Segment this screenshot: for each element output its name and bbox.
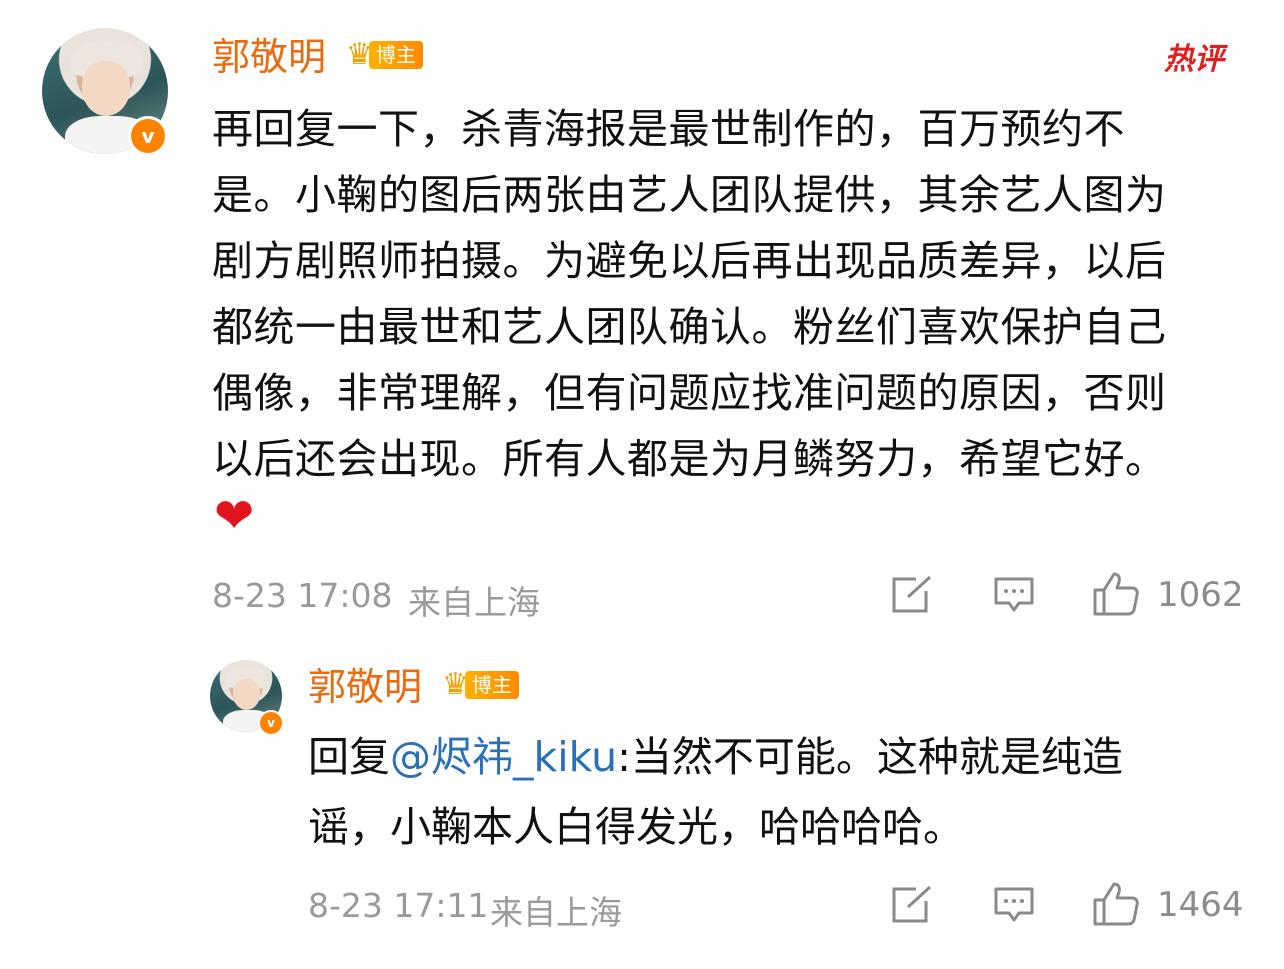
blogger-badge-label: 博主	[368, 41, 423, 69]
reply-line-1: 回复@烬祎_kiku:当然不可能。这种就是纯造	[308, 722, 1268, 792]
reply-text: :当然不可能。这种就是纯造	[617, 733, 1123, 781]
reply-comment-icon[interactable]	[993, 886, 1035, 924]
hot-comment-label: 热评	[1164, 42, 1224, 77]
reply-username[interactable]: 郭敬明	[308, 668, 422, 706]
comment-line: 以后还会出现。所有人都是为月鳞努力，希望它好。	[212, 435, 1167, 483]
comment-location: 来自上海	[408, 583, 540, 622]
comment-line: 都统一由最世和艺人团队确认。粉丝们喜欢保护自己	[212, 303, 1167, 351]
comment-line: 是。小鞠的图后两张由艺人团队提供，其余艺人图为	[212, 171, 1167, 219]
reply-share-icon[interactable]	[890, 885, 934, 925]
blogger-badge: ♛ 博主	[346, 40, 423, 70]
username[interactable]: 郭敬明	[212, 38, 326, 76]
reply-blogger-badge: ♛ 博主	[442, 670, 519, 700]
reply-timestamp: 8-23 17:11	[308, 886, 489, 925]
reply-verified-icon: v	[258, 710, 284, 736]
reply-prefix: 回复	[308, 733, 390, 781]
reply-like-icon[interactable]	[1092, 880, 1140, 926]
reply-like-count: 1464	[1157, 885, 1244, 925]
like-count: 1062	[1157, 575, 1244, 615]
like-icon[interactable]	[1092, 570, 1140, 616]
mention-link[interactable]: @烬祎_kiku	[390, 733, 617, 781]
heart-emoji: ❤	[214, 488, 255, 544]
verified-icon: v	[128, 116, 168, 156]
reply-content: 回复@烬祎_kiku:当然不可能。这种就是纯造 谣，小鞠本人白得发光，哈哈哈哈。	[308, 722, 1268, 862]
comment-icon[interactable]	[993, 576, 1035, 614]
blogger-badge-label: 博主	[464, 671, 519, 699]
comment-line: 再回复一下，杀青海报是最世制作的，百万预约不	[212, 105, 1125, 153]
comment-content: 再回复一下，杀青海报是最世制作的，百万预约不 是。小鞠的图后两张由艺人团队提供，…	[212, 96, 1262, 492]
comment-timestamp: 8-23 17:08	[212, 576, 393, 615]
comment-line: 剧方剧照师拍摄。为避免以后再出现品质差异，以后	[212, 237, 1167, 285]
share-icon[interactable]	[890, 575, 934, 615]
comment-line: 偶像，非常理解，但有问题应找准问题的原因，否则	[212, 369, 1167, 417]
reply-line-2: 谣，小鞠本人白得发光，哈哈哈哈。	[308, 803, 964, 851]
reply-location: 来自上海	[490, 893, 622, 932]
